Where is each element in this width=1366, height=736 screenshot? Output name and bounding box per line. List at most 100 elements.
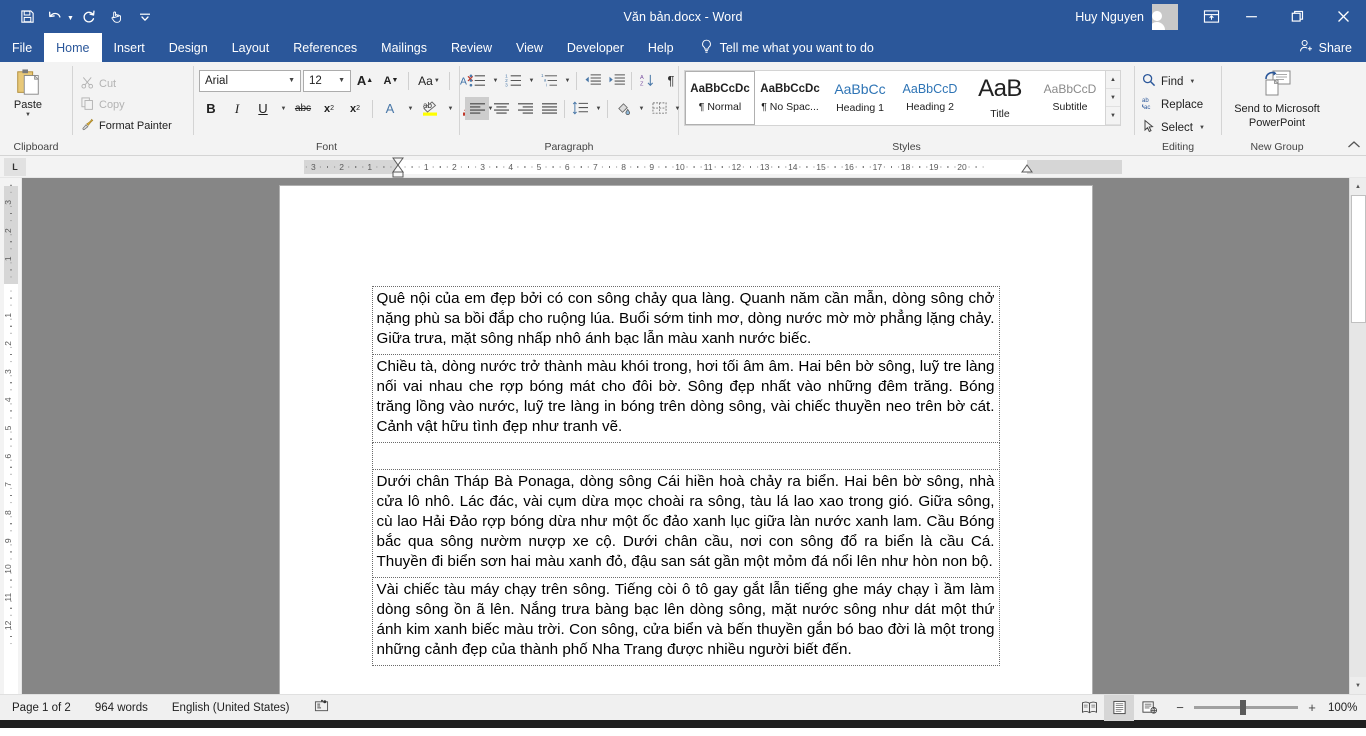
align-left-button[interactable] xyxy=(465,97,489,120)
zoom-slider[interactable] xyxy=(1194,700,1298,715)
scroll-track[interactable] xyxy=(1349,195,1366,677)
restore-button[interactable] xyxy=(1274,0,1320,33)
style-normal[interactable]: AaBbCcDc ¶ Normal xyxy=(685,71,755,125)
replace-button[interactable]: ab ac Replace xyxy=(1140,93,1205,116)
tab-review[interactable]: Review xyxy=(439,33,504,62)
ribbon-display-options-icon[interactable] xyxy=(1194,9,1228,24)
paragraph-block[interactable]: Quê nội của em đẹp bởi có con sông chảy … xyxy=(371,286,1000,355)
tab-stop-selector[interactable]: L xyxy=(4,157,26,176)
style-subtitle[interactable]: AaBbCcD Subtitle xyxy=(1035,71,1105,125)
tab-design[interactable]: Design xyxy=(157,33,220,62)
save-icon[interactable] xyxy=(14,5,40,29)
document-canvas[interactable]: Quê nội của em đẹp bởi có con sông chảy … xyxy=(22,178,1349,694)
borders-button[interactable] xyxy=(647,97,671,120)
multilevel-list-button[interactable]: 1ai xyxy=(537,69,561,92)
shrink-font-button[interactable]: A ▼ xyxy=(379,69,403,92)
numbering-button[interactable]: 123 xyxy=(501,69,525,92)
tab-developer[interactable]: Developer xyxy=(555,33,636,62)
undo-icon[interactable] xyxy=(42,5,68,29)
style-heading-1[interactable]: AaBbCc Heading 1 xyxy=(825,71,895,125)
scroll-down-icon[interactable]: ▼ xyxy=(1349,677,1366,694)
styles-scroll-up-icon[interactable]: ▲ xyxy=(1106,71,1120,89)
tab-view[interactable]: View xyxy=(504,33,555,62)
scroll-up-icon[interactable]: ▲ xyxy=(1349,178,1366,195)
tab-home[interactable]: Home xyxy=(44,33,102,62)
multilevel-dropdown-icon[interactable]: ▼ xyxy=(561,69,573,92)
paragraph-block[interactable]: Vài chiếc tàu máy chạy trên sông. Tiếng … xyxy=(371,576,1000,666)
highlight-color-button[interactable]: ab xyxy=(418,97,442,120)
bold-button[interactable]: B xyxy=(199,97,223,120)
select-button[interactable]: Select ▼ xyxy=(1140,116,1207,139)
tab-references[interactable]: References xyxy=(281,33,369,62)
close-button[interactable] xyxy=(1320,0,1366,33)
language-indicator[interactable]: English (United States) xyxy=(160,702,302,714)
italic-button[interactable]: I xyxy=(225,97,249,120)
tab-help[interactable]: Help xyxy=(636,33,686,62)
font-name-input[interactable]: Arial ▼ xyxy=(199,69,301,92)
customize-qat-icon[interactable] xyxy=(132,5,158,29)
styles-more-icon[interactable]: ▼ xyxy=(1106,107,1120,125)
tab-mailings[interactable]: Mailings xyxy=(369,33,439,62)
styles-gallery-scrollbar[interactable]: ▲ ▼ ▼ xyxy=(1105,71,1120,125)
paste-button[interactable]: Paste ▼ xyxy=(5,66,51,118)
text-effects-dropdown-icon[interactable]: ▼ xyxy=(404,97,416,120)
redo-icon[interactable] xyxy=(76,5,102,29)
collapse-ribbon-icon[interactable] xyxy=(1347,140,1361,153)
text-effects-button[interactable]: A xyxy=(378,97,402,120)
align-right-button[interactable] xyxy=(513,97,537,120)
avatar[interactable] xyxy=(1152,3,1178,30)
horizontal-ruler[interactable]: L 3 2 1 1 2 3 4 5 6 7 8 9 10 11 12 13 14 15 16 17 18 19 20 xyxy=(0,156,1366,178)
find-button[interactable]: Find ▼ xyxy=(1140,70,1197,93)
account-name[interactable]: Huy Nguyen xyxy=(1075,10,1144,24)
decrease-indent-button[interactable] xyxy=(580,69,604,92)
zoom-in-button[interactable]: + xyxy=(1306,700,1318,715)
subscript-button[interactable]: x2 xyxy=(317,97,341,120)
bullets-dropdown-icon[interactable]: ▼ xyxy=(489,69,501,92)
vertical-scrollbar[interactable]: ▲ ▼ xyxy=(1349,178,1366,694)
paragraph-block[interactable]: Dưới chân Tháp Bà Ponaga, dòng sông Cái … xyxy=(371,468,1000,578)
zoom-percentage[interactable]: 100% xyxy=(1328,702,1366,714)
tab-insert[interactable]: Insert xyxy=(102,33,157,62)
document-page[interactable]: Quê nội của em đẹp bởi có con sông chảy … xyxy=(279,186,1092,694)
tab-file[interactable]: File xyxy=(0,33,45,62)
style-heading-2[interactable]: AaBbCcD Heading 2 xyxy=(895,71,965,125)
zoom-control[interactable]: − + xyxy=(1164,700,1328,715)
send-to-powerpoint-button[interactable]: Send to Microsoft PowerPoint xyxy=(1227,66,1327,131)
underline-button[interactable]: U xyxy=(251,97,275,120)
undo-dropdown-icon[interactable]: ▼ xyxy=(67,15,74,22)
paste-dropdown-icon[interactable]: ▼ xyxy=(25,112,31,118)
shading-button[interactable] xyxy=(611,97,635,120)
numbering-dropdown-icon[interactable]: ▼ xyxy=(525,69,537,92)
highlight-dropdown-icon[interactable]: ▼ xyxy=(444,97,456,120)
select-dropdown-icon[interactable]: ▼ xyxy=(1199,125,1205,131)
style-title[interactable]: AaB Title xyxy=(965,71,1035,125)
web-layout-icon[interactable] xyxy=(1134,695,1164,721)
format-painter-button[interactable]: Format Painter xyxy=(78,115,175,136)
ruler-scale[interactable]: 3 2 1 1 2 3 4 5 6 7 8 9 10 11 12 13 14 15 16 17 18 19 20 xyxy=(32,156,1366,178)
strikethrough-button[interactable]: abc xyxy=(291,97,315,120)
proofing-status-icon[interactable] xyxy=(302,699,341,716)
tell-me-search[interactable]: Tell me what you want to do xyxy=(700,33,874,62)
cut-button[interactable]: Cut xyxy=(78,73,175,94)
sort-button[interactable]: AZ xyxy=(635,69,659,92)
vertical-ruler[interactable]: 3 2 1 1 2 3 4 5 6 7 8 9 10 11 12 xyxy=(0,178,22,694)
font-size-dropdown-icon[interactable]: ▼ xyxy=(335,77,348,84)
tab-layout[interactable]: Layout xyxy=(220,33,282,62)
styles-scroll-down-icon[interactable]: ▼ xyxy=(1106,89,1120,107)
find-dropdown-icon[interactable]: ▼ xyxy=(1189,79,1195,85)
grow-font-button[interactable]: A ▲ xyxy=(353,69,377,92)
font-name-dropdown-icon[interactable]: ▼ xyxy=(285,77,298,84)
zoom-out-button[interactable]: − xyxy=(1174,700,1186,715)
zoom-slider-thumb[interactable] xyxy=(1240,700,1246,715)
copy-button[interactable]: Copy xyxy=(78,94,175,115)
align-center-button[interactable] xyxy=(489,97,513,120)
paragraph-block[interactable] xyxy=(371,441,1000,470)
touch-mode-icon[interactable] xyxy=(104,5,130,29)
minimize-button[interactable] xyxy=(1228,0,1274,33)
share-button[interactable]: Share xyxy=(1299,33,1366,62)
style-no-spacing[interactable]: AaBbCcDc ¶ No Spac... xyxy=(755,71,825,125)
shading-dropdown-icon[interactable]: ▼ xyxy=(635,97,647,120)
word-count[interactable]: 964 words xyxy=(83,702,160,714)
print-layout-icon[interactable] xyxy=(1104,694,1134,721)
bullets-button[interactable] xyxy=(465,69,489,92)
